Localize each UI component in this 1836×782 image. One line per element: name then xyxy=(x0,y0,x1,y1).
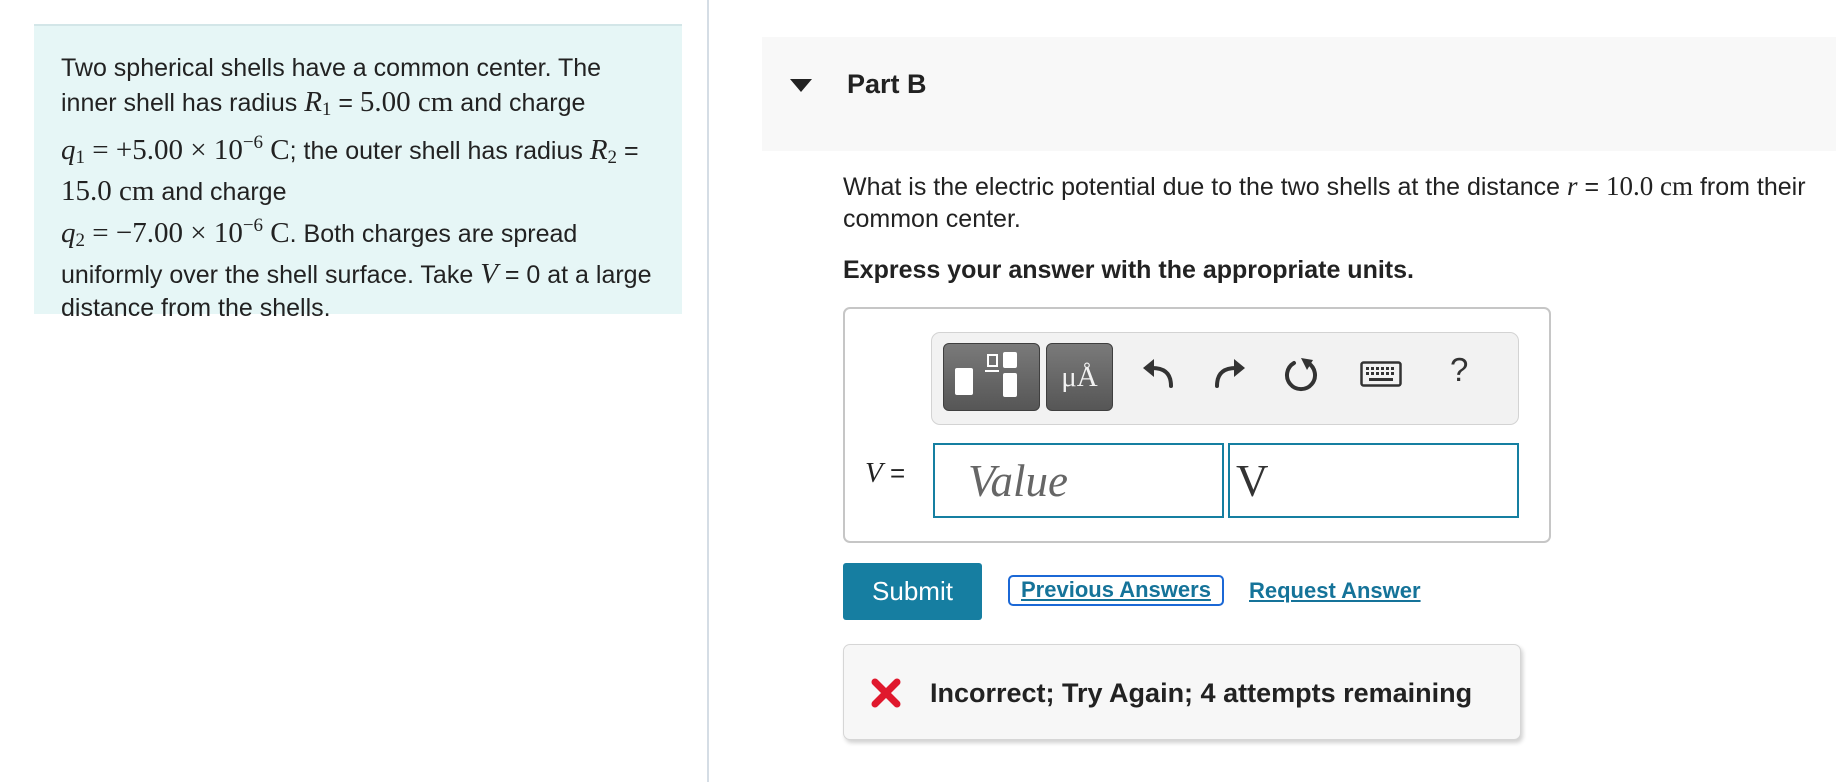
unit-q2: C xyxy=(263,217,290,249)
var-r: r xyxy=(1567,171,1578,201)
sub-2: 2 xyxy=(75,230,86,251)
question-text-start: What is the electric potential due to th… xyxy=(843,173,1568,201)
value-q1: = +5.00 × 10 xyxy=(85,134,243,166)
exp-q1: −6 xyxy=(242,132,264,153)
sub-1: 1 xyxy=(75,147,86,168)
previous-answers-link[interactable]: Previous Answers xyxy=(1008,575,1224,606)
units-icon: μÅ xyxy=(1061,361,1098,393)
sub-2: 2 xyxy=(607,147,618,168)
var-q1: q xyxy=(61,134,76,166)
units-button[interactable]: μÅ xyxy=(1046,343,1113,411)
incorrect-x-icon xyxy=(871,678,901,708)
value-q2: = −7.00 × 10 xyxy=(85,217,243,249)
submit-button[interactable]: Submit xyxy=(843,563,982,620)
panel-divider xyxy=(707,0,709,782)
value-r: 10.0 cm xyxy=(1606,171,1694,201)
unit-input[interactable] xyxy=(1228,443,1519,518)
keyboard-icon[interactable] xyxy=(1360,361,1402,387)
unit-q1: C xyxy=(263,134,290,166)
feedback-box: Incorrect; Try Again; 4 attempts remaini… xyxy=(843,644,1521,740)
request-answer-link[interactable]: Request Answer xyxy=(1249,575,1421,606)
value-R1: 5.00 cm xyxy=(359,85,454,118)
help-icon[interactable]: ? xyxy=(1450,351,1468,389)
value-input[interactable] xyxy=(933,443,1224,518)
collapse-caret-icon[interactable] xyxy=(790,79,812,92)
equals: = xyxy=(617,137,639,165)
var-V: V xyxy=(480,257,498,290)
undo-icon[interactable] xyxy=(1140,355,1176,391)
equals: = xyxy=(1577,173,1607,201)
problem-statement: Two spherical shells have a common cente… xyxy=(34,24,682,322)
var-V: V xyxy=(865,457,883,489)
problem-text: and charge xyxy=(154,177,287,206)
question-text: What is the electric potential due to th… xyxy=(843,170,1813,235)
part-header[interactable]: Part B xyxy=(762,37,1836,151)
reset-icon[interactable] xyxy=(1282,355,1320,393)
problem-text: ; the outer shell has radius xyxy=(289,137,590,165)
value-R2: 15.0 cm xyxy=(61,174,155,207)
answer-box: μÅ ? V = xyxy=(843,307,1551,543)
templates-button[interactable] xyxy=(943,343,1040,411)
exp-q2: −6 xyxy=(242,215,264,236)
var-R2: R xyxy=(589,134,608,166)
answer-instruction: Express your answer with the appropriate… xyxy=(843,256,1414,284)
sub-1: 1 xyxy=(321,98,332,120)
var-q2: q xyxy=(61,217,76,249)
equals: = xyxy=(331,88,360,117)
redo-icon[interactable] xyxy=(1212,355,1248,391)
part-title: Part B xyxy=(847,69,927,99)
equals: = xyxy=(882,458,906,488)
var-R1: R xyxy=(304,85,322,118)
feedback-text: Incorrect; Try Again; 4 attempts remaini… xyxy=(930,678,1473,708)
problem-text: and charge xyxy=(453,88,586,117)
math-toolbar: μÅ ? xyxy=(931,332,1519,425)
variable-label: V = xyxy=(865,457,905,490)
